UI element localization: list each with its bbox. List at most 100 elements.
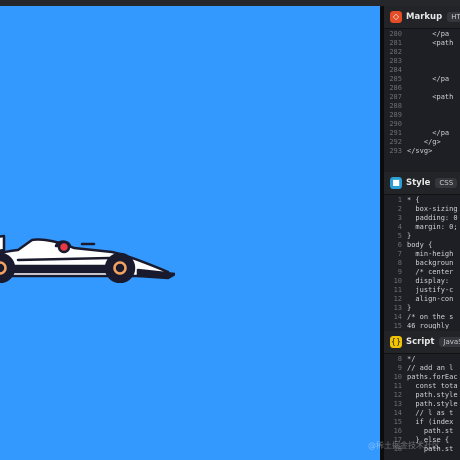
code-line: 286: [384, 84, 460, 93]
code-line: 5}: [384, 232, 460, 241]
line-number: 286: [389, 84, 402, 92]
code-line: 284: [384, 66, 460, 75]
line-text: // l as t: [407, 409, 454, 417]
code-line: 13}: [384, 304, 460, 313]
code-line: 9 // add an l: [384, 364, 460, 373]
line-number: 4: [397, 223, 402, 231]
code-line: 12 path.style: [384, 391, 460, 400]
code-line: 6 body {: [384, 241, 460, 250]
line-number: 290: [389, 120, 402, 128]
style-code-editor[interactable]: 1 * {2 box-sizing 3 padding: 04 margin: 0;…: [384, 196, 460, 329]
line-number: 292: [389, 138, 402, 146]
code-line: 4 margin: 0;: [384, 223, 460, 232]
markup-code-editor[interactable]: 280 </pa 281 <path 282 283 284 285 </pa 286 287…: [384, 30, 460, 170]
line-number: 284: [389, 66, 402, 74]
code-line: 283: [384, 57, 460, 66]
preview-pane: [0, 6, 380, 460]
code-line: 10 paths.forEac: [384, 373, 460, 382]
line-number: 13: [393, 400, 402, 408]
markup-panel: ◇ Markup HTML 280 </pa281 <path282283284…: [384, 6, 460, 170]
line-text: }: [407, 304, 412, 312]
markup-language-select[interactable]: HTML: [447, 12, 460, 22]
line-number: 15: [393, 418, 402, 426]
line-number: 281: [389, 39, 402, 47]
code-line: 1 * {: [384, 196, 460, 205]
code-line: 9 /* center: [384, 268, 460, 277]
line-number: 9: [397, 268, 402, 276]
script-panel-header: {} Script JavaScript: [384, 331, 460, 354]
line-number: 11: [393, 286, 402, 294]
code-line: 11 const tota: [384, 382, 460, 391]
race-car-illustration: [0, 234, 175, 283]
script-title: Script: [406, 337, 435, 347]
code-line: 288: [384, 102, 460, 111]
line-text: </pa: [407, 30, 450, 38]
code-line: 7 min-heigh: [384, 250, 460, 259]
line-number: 287: [389, 93, 402, 101]
code-line: 293 </svg>: [384, 147, 460, 156]
line-number: 7: [397, 250, 402, 258]
line-number: 13: [393, 304, 402, 312]
js-icon: {}: [390, 336, 402, 348]
watermark: @稀土掘金技术社区: [368, 441, 440, 450]
line-text: // add an l: [407, 364, 454, 372]
line-text: * {: [407, 196, 420, 204]
code-line: 11 justify-c: [384, 286, 460, 295]
code-line: 290: [384, 120, 460, 129]
line-text: </g>: [407, 138, 441, 146]
line-number: 6: [397, 241, 402, 249]
line-text: if (index: [407, 418, 454, 426]
line-number: 285: [389, 75, 402, 83]
code-line: 12 align-con: [384, 295, 460, 304]
line-number: 291: [389, 129, 402, 137]
line-text: paths.forEac: [407, 373, 458, 381]
code-line: 13 path.style: [384, 400, 460, 409]
code-line: 285 </pa: [384, 75, 460, 84]
line-number: 282: [389, 48, 402, 56]
code-line: 3 padding: 0: [384, 214, 460, 223]
line-text: /* on the s: [407, 313, 454, 321]
line-text: body {: [407, 241, 433, 249]
line-text: /* center: [407, 268, 454, 276]
code-line: 8 */: [384, 355, 460, 364]
line-number: 16: [393, 427, 402, 435]
line-text: </pa: [407, 75, 450, 83]
line-number: 11: [393, 382, 402, 390]
style-language-select[interactable]: CSS: [435, 178, 458, 188]
code-line: 2 box-sizing: [384, 205, 460, 214]
line-number: 283: [389, 57, 402, 65]
line-number: 10: [393, 277, 402, 285]
markup-panel-header: ◇ Markup HTML: [384, 6, 460, 29]
line-number: 8: [397, 355, 402, 363]
html-icon: ◇: [390, 11, 402, 23]
code-line: 282: [384, 48, 460, 57]
script-language-select[interactable]: JavaScript: [439, 337, 460, 347]
line-number: 14: [393, 409, 402, 417]
code-line: 292 </g>: [384, 138, 460, 147]
line-text: }: [407, 232, 412, 240]
code-line: 291 </pa: [384, 129, 460, 138]
line-text: <path: [407, 39, 454, 47]
line-number: 288: [389, 102, 402, 110]
line-number: 9: [397, 364, 402, 372]
line-number: 12: [393, 295, 402, 303]
code-line: 287 <path: [384, 93, 460, 102]
line-text: path.style: [407, 391, 458, 399]
line-text: box-sizing: [407, 205, 458, 213]
code-line: 15 46 roughly: [384, 322, 460, 329]
line-text: backgroun: [407, 259, 454, 267]
line-text: </svg>: [407, 147, 433, 155]
line-number: 15: [393, 322, 402, 329]
line-text: margin: 0;: [407, 223, 458, 231]
line-text: display:: [407, 277, 454, 285]
line-text: padding: 0: [407, 214, 458, 222]
code-line: 15 if (index: [384, 418, 460, 427]
line-number: 293: [389, 147, 402, 155]
code-line: 14 /* on the s: [384, 313, 460, 322]
markup-title: Markup: [406, 12, 443, 22]
line-text: <path: [407, 93, 454, 101]
line-text: */: [407, 355, 416, 363]
line-number: 14: [393, 313, 402, 321]
line-text: 46 roughly: [407, 322, 454, 329]
style-panel: ■ Style CSS 1 * {2 box-sizing 3 padding: 0…: [384, 172, 460, 329]
